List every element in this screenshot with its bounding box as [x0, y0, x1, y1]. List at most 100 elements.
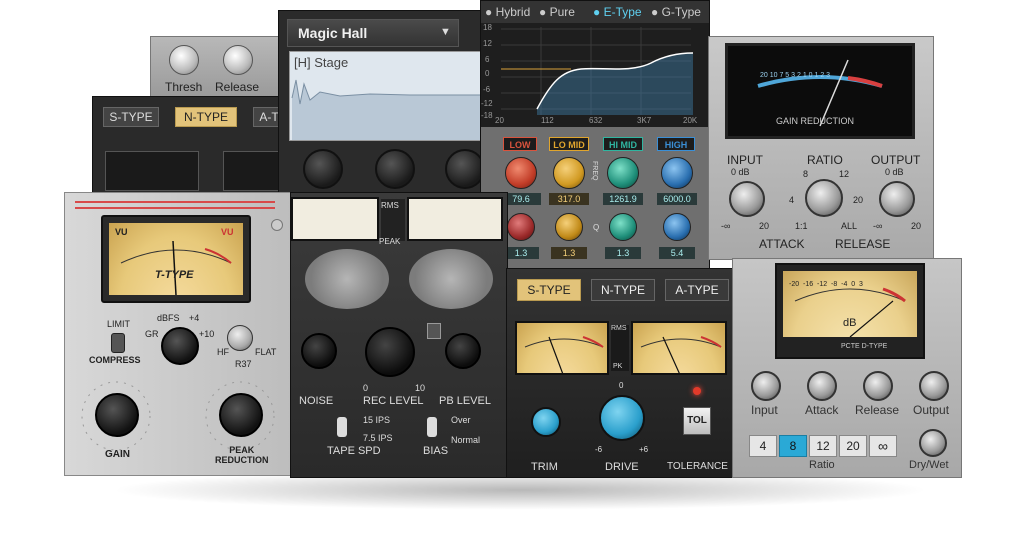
drive-max-label: +6 — [639, 445, 649, 454]
reverb-knob-1[interactable] — [303, 149, 343, 189]
ratio-tick-1to1: 1:1 — [795, 221, 808, 231]
d-input-knob[interactable] — [751, 371, 781, 401]
tolerance-led — [693, 387, 701, 395]
bias-toggle[interactable] — [427, 417, 437, 437]
reverb-panel: Magic Hall ▼ [H] Stage — [278, 10, 484, 198]
drive-knob[interactable] — [599, 395, 645, 441]
ratio-knob[interactable] — [805, 179, 843, 217]
band-high-gain: 5.4 — [659, 247, 695, 259]
band-low-gain-knob[interactable] — [507, 213, 535, 241]
eq-bands: LOW 79.6 1.3 LO MID 317.0 1.3 HI MID 126… — [481, 127, 709, 269]
ips75-label: 7.5 IPS — [363, 433, 393, 443]
pb-level-label: PB LEVEL — [439, 395, 491, 407]
ratio-12-button[interactable]: 12 — [809, 435, 837, 457]
band-high-freq-knob[interactable] — [661, 157, 693, 189]
type-bar-panel: S-TYPE N-TYPE A-TYPE — [92, 96, 290, 196]
pb-level-knob[interactable] — [445, 333, 481, 369]
noise-knob[interactable] — [301, 333, 337, 369]
reverb-knob-3[interactable] — [445, 149, 483, 189]
tol-button[interactable]: TOL — [683, 407, 711, 435]
d-release-knob[interactable] — [863, 371, 893, 401]
back-compressor-panel: Thresh Release — [150, 36, 290, 98]
normal-label: Normal — [451, 435, 481, 445]
ratio-inf-button[interactable]: ∞ — [869, 435, 897, 457]
console-rms-label: RMS — [611, 325, 627, 332]
bias-label: BIAS — [423, 445, 449, 457]
thresh-label: Thresh — [165, 80, 203, 94]
t-type-red-stripe — [75, 201, 275, 209]
s-type-button[interactable]: S-TYPE — [103, 107, 159, 127]
ratio-tick-all: ALL — [841, 221, 858, 231]
rec-level-knob[interactable] — [365, 327, 415, 377]
t-type-brand: T-TYPE — [155, 269, 194, 281]
mode-e-type[interactable]: ● E-Type — [593, 5, 642, 19]
hf-label: HF — [217, 347, 229, 357]
hf-flat-switch[interactable] — [227, 325, 253, 351]
ratio-8-button[interactable]: 8 — [779, 435, 807, 457]
gain-label: GAIN — [105, 449, 130, 460]
console-s-type-button[interactable]: S-TYPE — [517, 279, 581, 301]
preset-dropdown[interactable]: Magic Hall ▼ — [287, 19, 459, 47]
db-tick-6: 6 — [485, 55, 490, 64]
flat-label: FLAT — [255, 347, 277, 357]
gr-label: GR — [145, 329, 159, 339]
db-tick-m6: -6 — [483, 85, 491, 94]
freq-tick-112: 112 — [541, 116, 554, 125]
r37-label: R37 — [235, 359, 252, 369]
limit-compress-toggle[interactable] — [111, 333, 125, 353]
noise-label: NOISE — [299, 395, 334, 407]
mode-hybrid[interactable]: ● Hybrid — [485, 5, 530, 19]
d-output-label: Output — [913, 403, 950, 417]
output-knob[interactable] — [879, 181, 915, 217]
d-type-brand: PCTE D-TYPE — [841, 343, 888, 350]
output-label: OUTPUT — [871, 153, 921, 167]
eq-graph: 18 12 6 0 -6 -12 -18 20 112 632 3K7 20K — [481, 23, 709, 127]
input-db-label: 0 dB — [731, 167, 750, 177]
n-type-button[interactable]: N-TYPE — [175, 107, 237, 127]
d-ratio-label: Ratio — [809, 459, 835, 471]
band-himid-gain: 1.3 — [605, 247, 641, 259]
band-himid-freq-knob[interactable] — [607, 157, 639, 189]
console-a-type-button[interactable]: A-TYPE — [665, 279, 729, 301]
band-low-label: LOW — [503, 137, 537, 151]
gr-compressor-panel: 20 10 7 5 3 2 1 0 1 2 3 GAIN REDUCTION I… — [708, 36, 934, 260]
t-type-vu-face: VU VU T-TYPE — [109, 223, 243, 295]
gr-meter-title: GAIN REDUCTION — [776, 116, 855, 126]
input-knob[interactable] — [729, 181, 765, 217]
peak-reduction-knob[interactable] — [219, 393, 263, 437]
t-type-menu-button[interactable] — [271, 219, 283, 231]
release-knob[interactable] — [223, 45, 253, 75]
eq-mode-bar: ● Hybrid ● Pure ● E-Type ● G-Type — [481, 1, 709, 23]
band-high-label: HIGH — [657, 137, 695, 151]
band-lomid-freq-knob[interactable] — [553, 157, 585, 189]
thresh-knob[interactable] — [169, 45, 199, 75]
d-type-vu-meter: -20 -16 -12 -8 -4 0 3 dB PCTE D-TYPE — [775, 263, 925, 359]
reverb-knob-2[interactable] — [375, 149, 415, 189]
d-output-knob[interactable] — [919, 371, 949, 401]
band-high-gain-knob[interactable] — [663, 213, 691, 241]
ips15-label: 15 IPS — [363, 415, 391, 425]
band-himid-gain-knob[interactable] — [609, 213, 637, 241]
gain-knob[interactable] — [95, 393, 139, 437]
input-scale-high: 20 — [759, 221, 770, 231]
drywet-knob[interactable] — [919, 429, 947, 457]
tape-speed-toggle[interactable] — [337, 417, 347, 437]
drive-min-label: -6 — [595, 445, 603, 454]
plus10-label: +10 — [199, 329, 215, 339]
trim-knob[interactable] — [531, 407, 561, 437]
band-low-freq-knob[interactable] — [505, 157, 537, 189]
band-lomid-gain-knob[interactable] — [555, 213, 583, 241]
mode-pure[interactable]: ● Pure — [539, 5, 575, 19]
ratio-4-button[interactable]: 4 — [749, 435, 777, 457]
lock-icon[interactable] — [427, 323, 441, 339]
meter-mode-knob[interactable] — [161, 327, 199, 365]
console-n-type-button[interactable]: N-TYPE — [591, 279, 655, 301]
ratio-tick-4: 4 — [789, 195, 795, 205]
band-himid-value: 1261.9 — [603, 193, 643, 205]
tape-spd-label: TAPE SPD — [327, 445, 381, 457]
d-attack-knob[interactable] — [807, 371, 837, 401]
ratio-20-button[interactable]: 20 — [839, 435, 867, 457]
mode-g-type[interactable]: ● G-Type — [651, 5, 701, 19]
compress-label: COMPRESS — [89, 355, 141, 365]
band-lomid-label: LO MID — [549, 137, 589, 151]
